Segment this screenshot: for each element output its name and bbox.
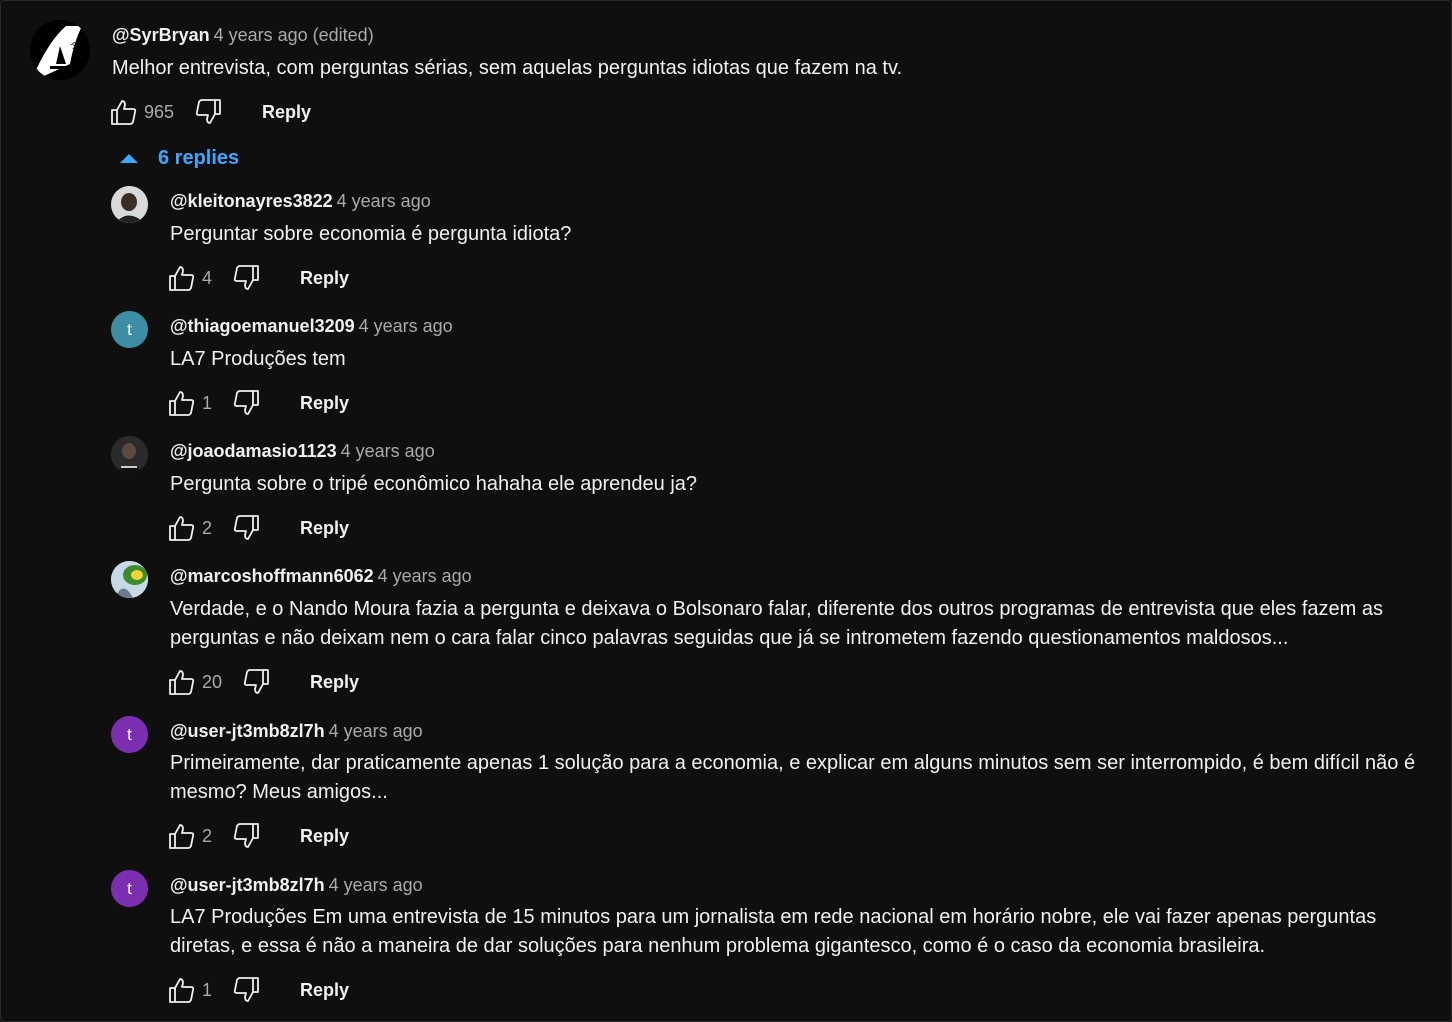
replies-count-label: 6 replies	[158, 147, 240, 169]
reply-text: Pergunta sobre o tripé econômico hahaha …	[170, 473, 698, 495]
reply-actions: 1 Reply	[166, 387, 349, 419]
user-avatar[interactable]	[111, 436, 148, 473]
user-avatar[interactable]: t	[111, 716, 148, 753]
dislike-icon[interactable]	[232, 513, 262, 543]
reply-author[interactable]: @joaodamasio1123	[170, 441, 337, 461]
reply-header: @user-jt3mb8zl7h 4 years ago	[170, 719, 423, 743]
reply-actions: 20 Reply	[166, 666, 359, 698]
logo-avatar[interactable]: PRODUÇÕE	[30, 20, 90, 80]
comments-panel: PRODUÇÕE @SyrBryan 4 years ago (edited) M…	[0, 0, 1452, 1022]
reply-text: Verdade, e o Nando Moura fazia a pergunt…	[170, 598, 1383, 649]
replies-toggle-button[interactable]: 6 replies	[117, 147, 239, 170]
reply-actions: 4 Reply	[166, 262, 349, 294]
dislike-icon[interactable]	[232, 975, 262, 1005]
like-icon[interactable]	[166, 513, 196, 543]
avatar-letter: t	[127, 878, 132, 898]
reply-author[interactable]: @thiagoemanuel3209	[170, 316, 355, 336]
reply-button[interactable]: Reply	[300, 518, 349, 539]
dislike-icon[interactable]	[232, 388, 262, 418]
comment-header: @SyrBryan 4 years ago (edited)	[112, 23, 374, 47]
reply-text: Perguntar sobre economia é pergunta idio…	[170, 223, 572, 245]
comment-actions: 965 Reply	[108, 96, 311, 128]
user-avatar[interactable]: t	[111, 311, 148, 348]
comment-time[interactable]: 4 years ago (edited)	[214, 25, 374, 45]
like-icon[interactable]	[166, 388, 196, 418]
reply-button[interactable]: Reply	[300, 980, 349, 1001]
like-count: 20	[202, 671, 223, 692]
reply-text: Primeiramente, dar praticamente apenas 1…	[170, 752, 1416, 803]
reply-button[interactable]: Reply	[310, 672, 359, 693]
reply-header: @user-jt3mb8zl7h 4 years ago	[170, 873, 423, 897]
reply-actions: 1 Reply	[166, 974, 349, 1006]
reply-time[interactable]: 4 years ago	[329, 721, 423, 741]
avatar-letter: t	[127, 724, 132, 744]
comment-text: Melhor entrevista, com perguntas sérias,…	[112, 57, 903, 79]
reply-time[interactable]: 4 years ago	[378, 566, 472, 586]
user-avatar[interactable]: t	[111, 870, 148, 907]
reply-text: LA7 Produções Em uma entrevista de 15 mi…	[170, 906, 1377, 957]
reply-author[interactable]: @kleitonayres3822	[170, 191, 333, 211]
like-icon[interactable]	[166, 263, 196, 293]
reply-time[interactable]: 4 years ago	[341, 441, 435, 461]
reply-button[interactable]: Reply	[262, 102, 311, 123]
like-count: 2	[202, 517, 213, 538]
reply-actions: 2 Reply	[166, 820, 349, 852]
avatar-letter: t	[127, 319, 132, 339]
reply-time[interactable]: 4 years ago	[337, 191, 431, 211]
dislike-icon[interactable]	[232, 821, 262, 851]
dislike-icon[interactable]	[232, 263, 262, 293]
reply-header: @joaodamasio1123 4 years ago	[170, 439, 435, 463]
like-icon[interactable]	[108, 97, 138, 127]
reply-header: @marcoshoffmann6062 4 years ago	[170, 564, 472, 588]
reply-button[interactable]: Reply	[300, 393, 349, 414]
caret-up-icon	[120, 154, 138, 163]
like-count: 965	[144, 101, 175, 122]
like-icon[interactable]	[166, 975, 196, 1005]
like-icon[interactable]	[166, 821, 196, 851]
like-icon[interactable]	[166, 667, 196, 697]
dislike-icon[interactable]	[242, 667, 272, 697]
like-count: 2	[202, 825, 213, 846]
user-avatar[interactable]	[111, 186, 148, 223]
reply-author[interactable]: @marcoshoffmann6062	[170, 566, 374, 586]
reply-author[interactable]: @user-jt3mb8zl7h	[170, 875, 325, 895]
like-count: 4	[202, 267, 213, 288]
like-count: 1	[202, 392, 213, 413]
reply-time[interactable]: 4 years ago	[359, 316, 453, 336]
comment-author[interactable]: @SyrBryan	[112, 25, 210, 45]
reply-text: LA7 Produções tem	[170, 348, 346, 370]
dislike-icon[interactable]	[194, 97, 224, 127]
like-count: 1	[202, 979, 213, 1000]
reply-author[interactable]: @user-jt3mb8zl7h	[170, 721, 325, 741]
reply-header: @thiagoemanuel3209 4 years ago	[170, 314, 453, 338]
reply-actions: 2 Reply	[166, 512, 349, 544]
reply-button[interactable]: Reply	[300, 826, 349, 847]
reply-time[interactable]: 4 years ago	[329, 875, 423, 895]
reply-button[interactable]: Reply	[300, 268, 349, 289]
user-avatar[interactable]	[111, 561, 148, 598]
reply-header: @kleitonayres3822 4 years ago	[170, 189, 431, 213]
